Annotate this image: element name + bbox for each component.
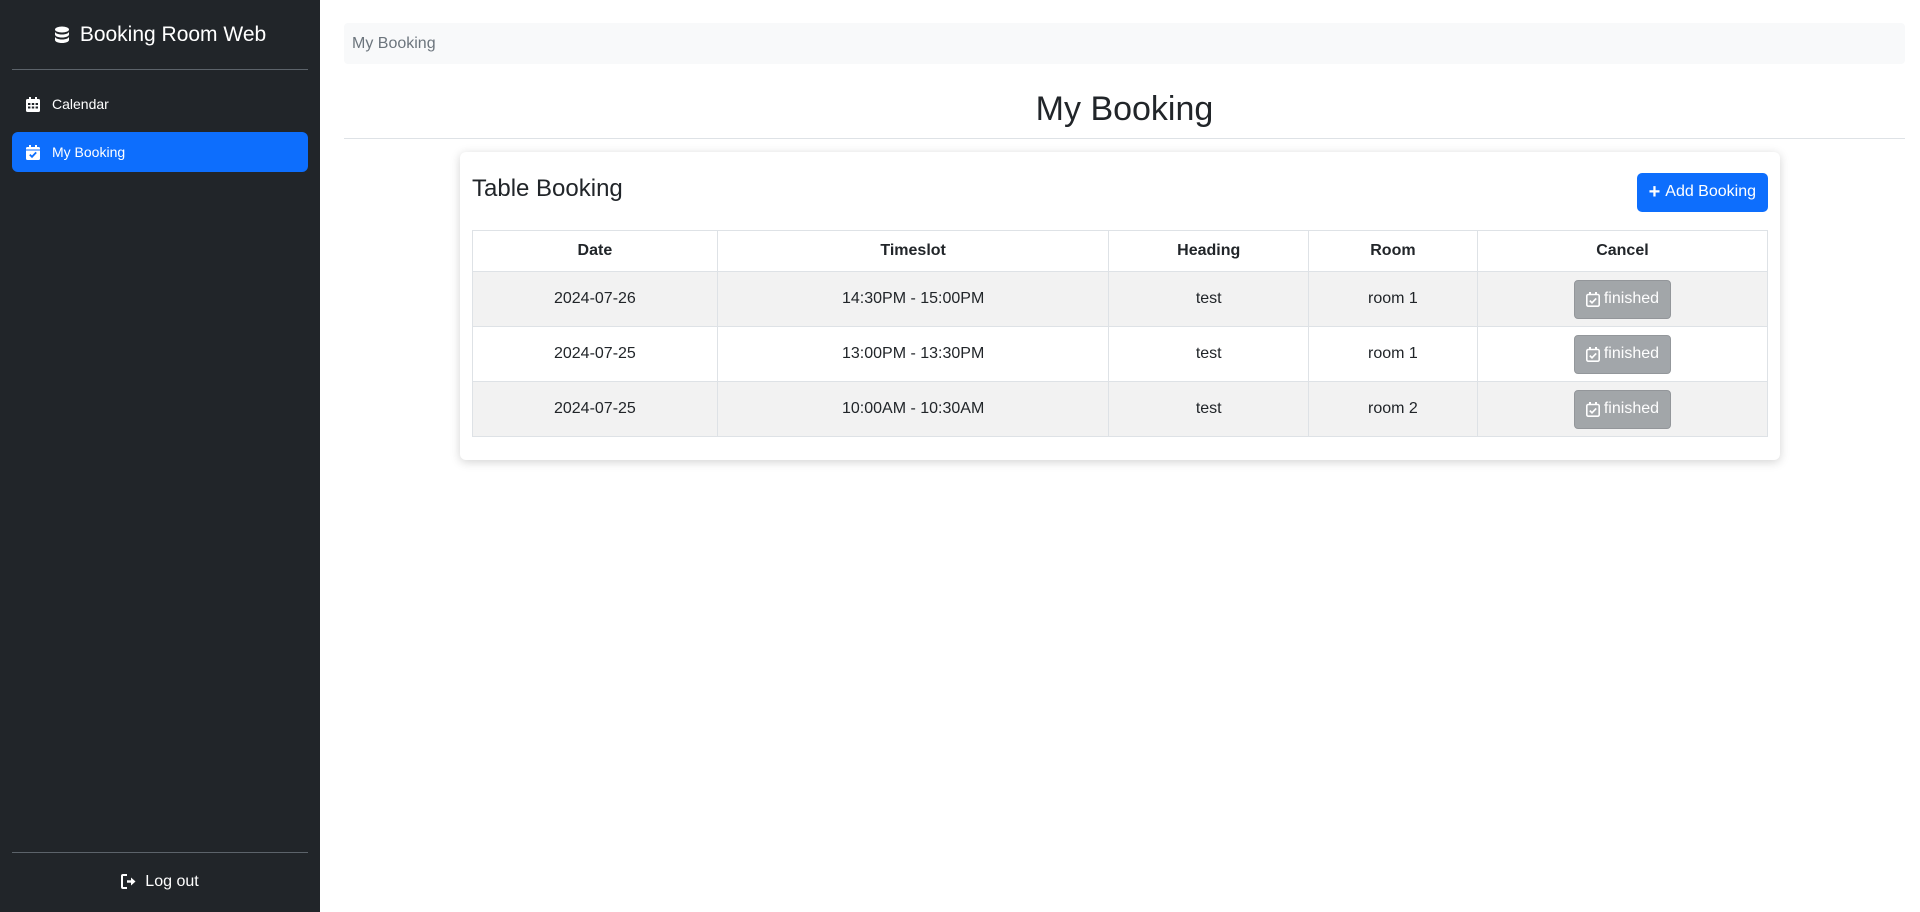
cell-room: room 1 bbox=[1307, 271, 1478, 327]
calendar-check-icon bbox=[1585, 401, 1600, 417]
sidebar: Booking Room Web Calendar My Booking Log… bbox=[0, 0, 320, 912]
calendar-check-icon bbox=[1585, 291, 1600, 307]
calendar-check-icon bbox=[26, 144, 40, 160]
finished-button[interactable]: finished bbox=[1573, 334, 1672, 374]
logout-label: Log out bbox=[145, 872, 199, 890]
cell-date: 2024-07-26 bbox=[472, 271, 718, 327]
card-title: Table Booking bbox=[472, 175, 623, 202]
table-row: 2024-07-26 14:30PM - 15:00PM test room 1 bbox=[472, 271, 1769, 327]
booking-table: Date Timeslot Heading Room Cancel 2024-0… bbox=[472, 230, 1769, 437]
finished-label: finished bbox=[1603, 400, 1660, 417]
title-divider bbox=[344, 138, 1905, 139]
main-content: My Booking My Booking Table Booking + Ad… bbox=[320, 0, 1920, 912]
logout-button[interactable]: Log out bbox=[121, 872, 199, 891]
column-header-date: Date bbox=[472, 230, 718, 272]
breadcrumb: My Booking bbox=[344, 23, 1905, 64]
table-row: 2024-07-25 13:00PM - 13:30PM test room 1 bbox=[472, 326, 1769, 382]
sidebar-nav: Calendar My Booking bbox=[12, 84, 308, 172]
add-booking-label: Add Booking bbox=[1665, 183, 1756, 200]
cell-heading: test bbox=[1108, 381, 1309, 437]
cell-heading: test bbox=[1108, 326, 1309, 382]
cell-date: 2024-07-25 bbox=[472, 381, 718, 437]
finished-button[interactable]: finished bbox=[1573, 279, 1672, 319]
cell-room: room 2 bbox=[1307, 381, 1478, 437]
cell-room: room 1 bbox=[1307, 326, 1478, 382]
page-title: My Booking bbox=[1035, 90, 1214, 128]
finished-label: finished bbox=[1603, 345, 1660, 362]
column-header-timeslot: Timeslot bbox=[716, 230, 1110, 272]
finished-label: finished bbox=[1603, 290, 1660, 307]
table-header: Date Timeslot Heading Room Cancel bbox=[472, 230, 1769, 272]
table-body: 2024-07-26 14:30PM - 15:00PM test room 1 bbox=[472, 271, 1769, 437]
breadcrumb-item[interactable]: My Booking bbox=[352, 35, 436, 53]
cell-timeslot: 14:30PM - 15:00PM bbox=[716, 271, 1110, 327]
sidebar-item-label: Calendar bbox=[52, 96, 109, 112]
app: Booking Room Web Calendar My Booking Log… bbox=[0, 0, 1920, 912]
table-header-row: Date Timeslot Heading Room Cancel bbox=[472, 230, 1769, 272]
column-header-room: Room bbox=[1307, 230, 1478, 272]
brand-title: Booking Room Web bbox=[79, 22, 267, 46]
column-header-cancel: Cancel bbox=[1476, 230, 1769, 272]
column-header-heading: Heading bbox=[1108, 230, 1309, 272]
calendar-icon bbox=[26, 96, 40, 112]
brand: Booking Room Web bbox=[12, 0, 308, 70]
cell-cancel: finished bbox=[1476, 271, 1769, 327]
calendar-check-icon bbox=[1585, 346, 1600, 362]
finished-button[interactable]: finished bbox=[1573, 389, 1672, 429]
table-row: 2024-07-25 10:00AM - 10:30AM test room 2 bbox=[472, 381, 1769, 437]
database-icon bbox=[54, 26, 69, 43]
add-booking-button[interactable]: + Add Booking bbox=[1636, 172, 1768, 212]
cell-cancel: finished bbox=[1476, 381, 1769, 437]
cell-timeslot: 13:00PM - 13:30PM bbox=[716, 326, 1110, 382]
sidebar-item-calendar[interactable]: Calendar bbox=[12, 84, 308, 124]
booking-card: Table Booking + Add Booking Date Timeslo… bbox=[460, 152, 1780, 460]
plus-icon: + bbox=[1648, 181, 1661, 203]
cell-cancel: finished bbox=[1476, 326, 1769, 382]
sidebar-item-my-booking[interactable]: My Booking bbox=[12, 132, 308, 172]
logout-icon bbox=[121, 874, 136, 889]
sidebar-item-label: My Booking bbox=[52, 144, 126, 160]
cell-timeslot: 10:00AM - 10:30AM bbox=[716, 381, 1110, 437]
logout-section: Log out bbox=[12, 852, 308, 910]
cell-date: 2024-07-25 bbox=[472, 326, 718, 382]
cell-heading: test bbox=[1108, 271, 1309, 327]
card-header: Table Booking + Add Booking bbox=[472, 164, 1768, 220]
